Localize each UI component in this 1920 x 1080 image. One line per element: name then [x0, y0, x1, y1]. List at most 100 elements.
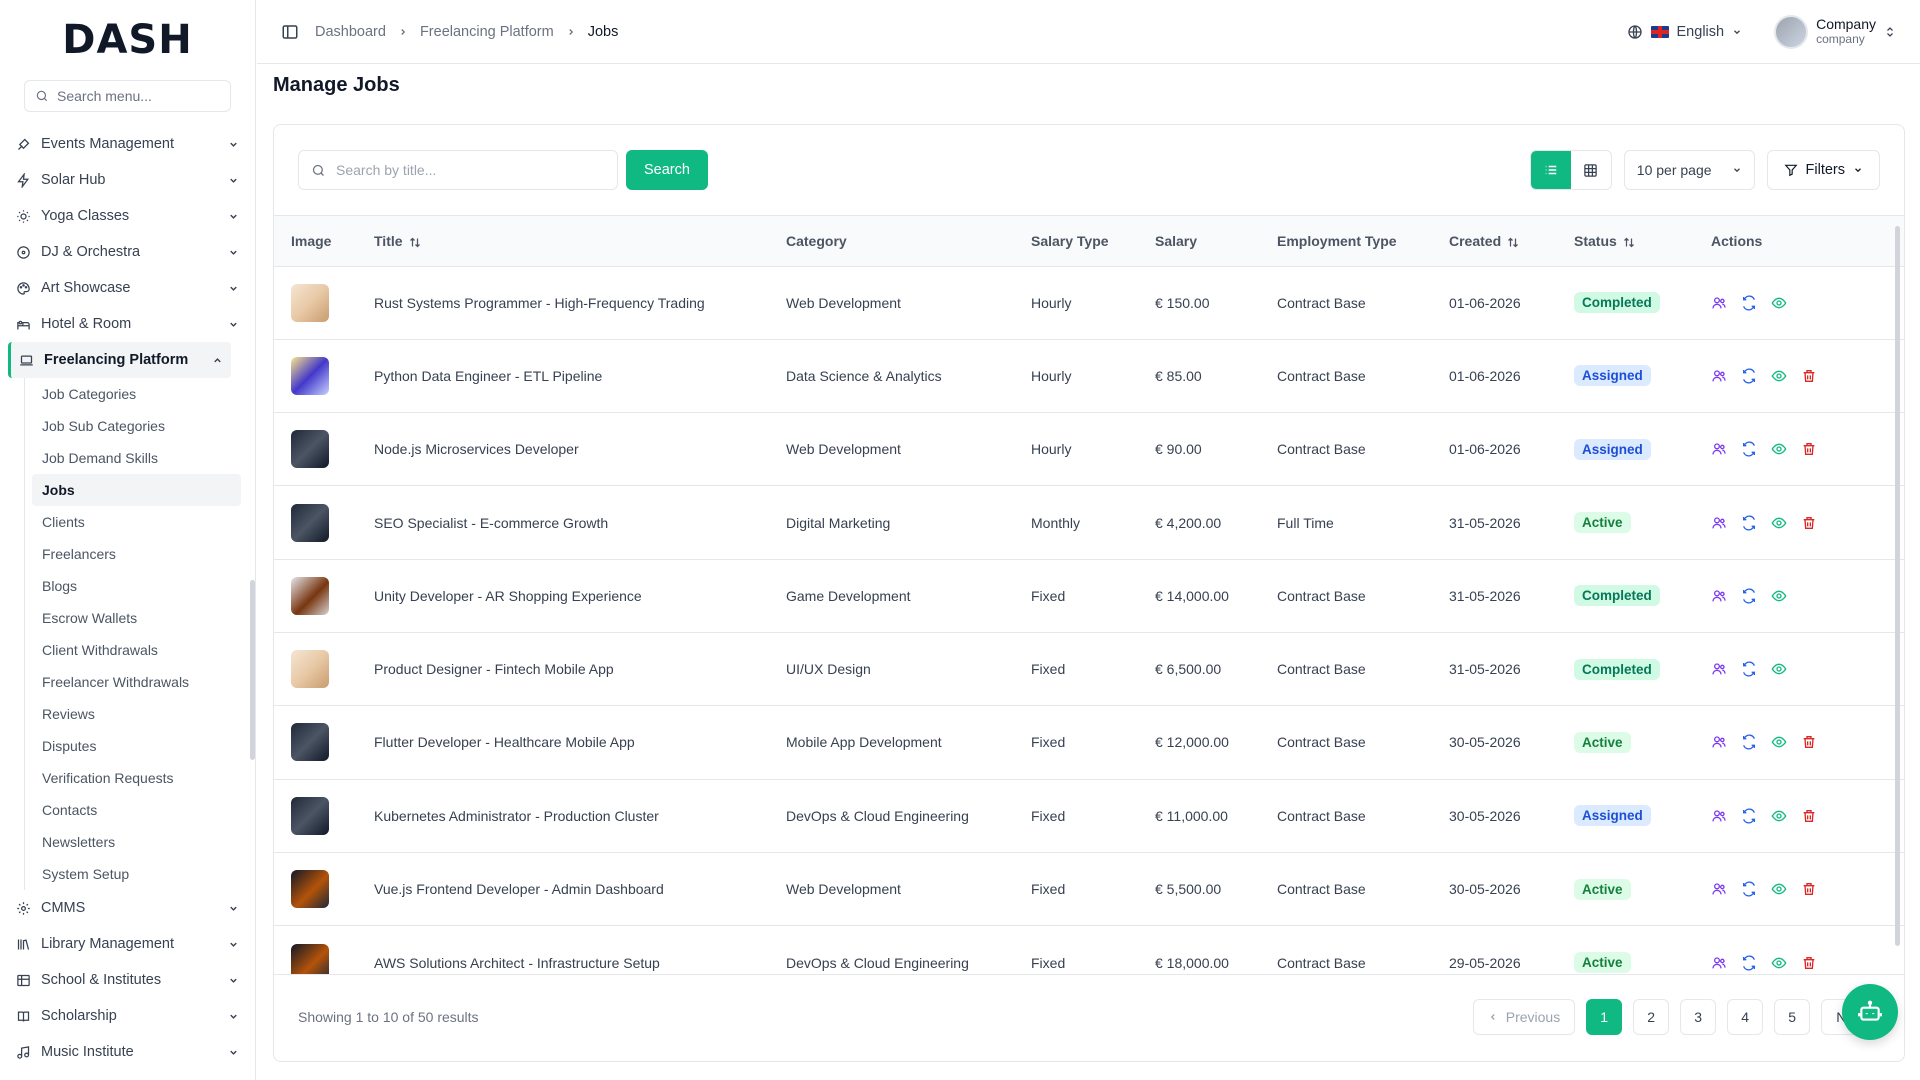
sidebar-subitem-contacts[interactable]: Contacts — [25, 794, 255, 826]
refresh-icon[interactable] — [1741, 808, 1757, 824]
delete-icon[interactable] — [1801, 808, 1817, 824]
breadcrumb-freelancing[interactable]: Freelancing Platform — [420, 24, 554, 40]
assign-users-icon[interactable] — [1711, 881, 1727, 897]
assign-users-icon[interactable] — [1711, 588, 1727, 604]
sidebar-item-music-institute[interactable]: Music Institute — [0, 1034, 255, 1070]
delete-icon[interactable] — [1801, 734, 1817, 750]
view-icon[interactable] — [1771, 661, 1787, 677]
view-icon[interactable] — [1771, 441, 1787, 457]
previous-button[interactable]: Previous — [1472, 999, 1576, 1035]
language-selector[interactable]: English — [1627, 24, 1743, 40]
refresh-icon[interactable] — [1741, 441, 1757, 457]
view-icon[interactable] — [1771, 955, 1787, 971]
assign-users-icon[interactable] — [1711, 955, 1727, 971]
refresh-icon[interactable] — [1741, 515, 1757, 531]
refresh-icon[interactable] — [1741, 881, 1757, 897]
sidebar-subitem-verification-requests[interactable]: Verification Requests — [25, 762, 255, 794]
list-view-icon[interactable] — [1530, 151, 1571, 189]
refresh-icon[interactable] — [1741, 955, 1757, 971]
sidebar-item-events-management[interactable]: Events Management — [0, 126, 255, 162]
cell-title: AWS Solutions Architect - Infrastructure… — [374, 954, 660, 971]
view-icon[interactable] — [1771, 881, 1787, 897]
chevron-down-icon — [228, 975, 239, 986]
refresh-icon[interactable] — [1741, 588, 1757, 604]
cell-actions — [1694, 486, 1904, 559]
sidebar-item-childcare[interactable]: Childcare — [0, 1070, 255, 1080]
sidebar-subitem-client-withdrawals[interactable]: Client Withdrawals — [25, 634, 255, 666]
sidebar-search[interactable]: Search menu... — [24, 80, 231, 112]
refresh-icon[interactable] — [1741, 368, 1757, 384]
cell-employment-type: Contract Base — [1277, 441, 1366, 458]
sidebar-subitem-job-categories[interactable]: Job Categories — [25, 378, 255, 410]
sidebar-subitem-blogs[interactable]: Blogs — [25, 570, 255, 602]
assign-users-icon[interactable] — [1711, 515, 1727, 531]
sidebar-subitem-newsletters[interactable]: Newsletters — [25, 826, 255, 858]
filters-button[interactable]: Filters — [1766, 150, 1880, 190]
sidebar-subitem-clients[interactable]: Clients — [25, 506, 255, 538]
sidebar-item-solar-hub[interactable]: Solar Hub — [0, 162, 255, 198]
sidebar-subitem-jobs[interactable]: Jobs — [32, 474, 241, 506]
sidebar-item-cmms[interactable]: CMMS — [0, 890, 255, 926]
delete-icon[interactable] — [1801, 881, 1817, 897]
refresh-icon[interactable] — [1741, 661, 1757, 677]
sidebar-item-art-showcase[interactable]: Art Showcase — [0, 270, 255, 306]
sidebar-item-library-management[interactable]: Library Management — [0, 926, 255, 962]
delete-icon[interactable] — [1801, 515, 1817, 531]
search-input[interactable] — [336, 162, 605, 178]
view-icon[interactable] — [1771, 808, 1787, 824]
sidebar-subitem-job-sub-categories[interactable]: Job Sub Categories — [25, 410, 255, 442]
page-button-3[interactable]: 3 — [1680, 999, 1717, 1035]
company-menu[interactable]: Company company — [1774, 14, 1896, 49]
column-header-title[interactable]: Title — [357, 216, 769, 266]
assign-users-icon[interactable] — [1711, 661, 1727, 677]
assign-users-icon[interactable] — [1711, 295, 1727, 311]
column-header-status[interactable]: Status — [1557, 216, 1694, 266]
search-button[interactable]: Search — [626, 150, 708, 190]
column-header-created[interactable]: Created — [1432, 216, 1557, 266]
sidebar-subitem-freelancers[interactable]: Freelancers — [25, 538, 255, 570]
sidebar-subitem-escrow-wallets[interactable]: Escrow Wallets — [25, 602, 255, 634]
page-button-5[interactable]: 5 — [1774, 999, 1811, 1035]
page-button-1[interactable]: 1 — [1586, 999, 1623, 1035]
search-field[interactable] — [298, 150, 618, 190]
assign-users-icon[interactable] — [1711, 808, 1727, 824]
sidebar-item-dj-and-orchestra[interactable]: DJ & Orchestra — [0, 234, 255, 270]
breadcrumb-dashboard[interactable]: Dashboard — [315, 24, 386, 40]
sidebar-item-freelancing-platform[interactable]: Freelancing Platform — [8, 342, 231, 378]
sidebar-scrollbar[interactable] — [250, 580, 255, 760]
table-scrollbar[interactable] — [1895, 226, 1900, 946]
sidebar-subitem-freelancer-withdrawals[interactable]: Freelancer Withdrawals — [25, 666, 255, 698]
column-header-label: Employment Type — [1277, 232, 1397, 249]
sidebar-toggle-icon[interactable] — [281, 23, 299, 41]
assign-users-icon[interactable] — [1711, 441, 1727, 457]
job-thumbnail — [291, 943, 329, 974]
view-icon[interactable] — [1771, 295, 1787, 311]
page-button-2[interactable]: 2 — [1633, 999, 1670, 1035]
sidebar-subitem-reviews[interactable]: Reviews — [25, 698, 255, 730]
assign-users-icon[interactable] — [1711, 734, 1727, 750]
cell-image — [274, 413, 357, 486]
sidebar-item-yoga-classes[interactable]: Yoga Classes — [0, 198, 255, 234]
sidebar-subitem-job-demand-skills[interactable]: Job Demand Skills — [25, 442, 255, 474]
sidebar-item-hotel-and-room[interactable]: Hotel & Room — [0, 306, 255, 342]
delete-icon[interactable] — [1801, 368, 1817, 384]
delete-icon[interactable] — [1801, 441, 1817, 457]
view-icon[interactable] — [1771, 368, 1787, 384]
sidebar-subitem-disputes[interactable]: Disputes — [25, 730, 255, 762]
grid-view-icon[interactable] — [1571, 151, 1611, 189]
per-page-select[interactable]: 10 per page — [1623, 150, 1755, 190]
delete-icon[interactable] — [1801, 955, 1817, 971]
refresh-icon[interactable] — [1741, 295, 1757, 311]
sidebar-item-school-and-institutes[interactable]: School & Institutes — [0, 962, 255, 998]
sidebar-item-label: Art Showcase — [41, 280, 131, 296]
view-icon[interactable] — [1771, 734, 1787, 750]
chatbot-button[interactable] — [1842, 984, 1898, 1040]
assign-users-icon[interactable] — [1711, 368, 1727, 384]
view-icon[interactable] — [1771, 588, 1787, 604]
refresh-icon[interactable] — [1741, 734, 1757, 750]
view-icon[interactable] — [1771, 515, 1787, 531]
sidebar-item-scholarship[interactable]: Scholarship — [0, 998, 255, 1034]
sidebar-subitem-system-setup[interactable]: System Setup — [25, 858, 255, 890]
page-button-4[interactable]: 4 — [1727, 999, 1764, 1035]
status-badge: Active — [1574, 878, 1631, 900]
